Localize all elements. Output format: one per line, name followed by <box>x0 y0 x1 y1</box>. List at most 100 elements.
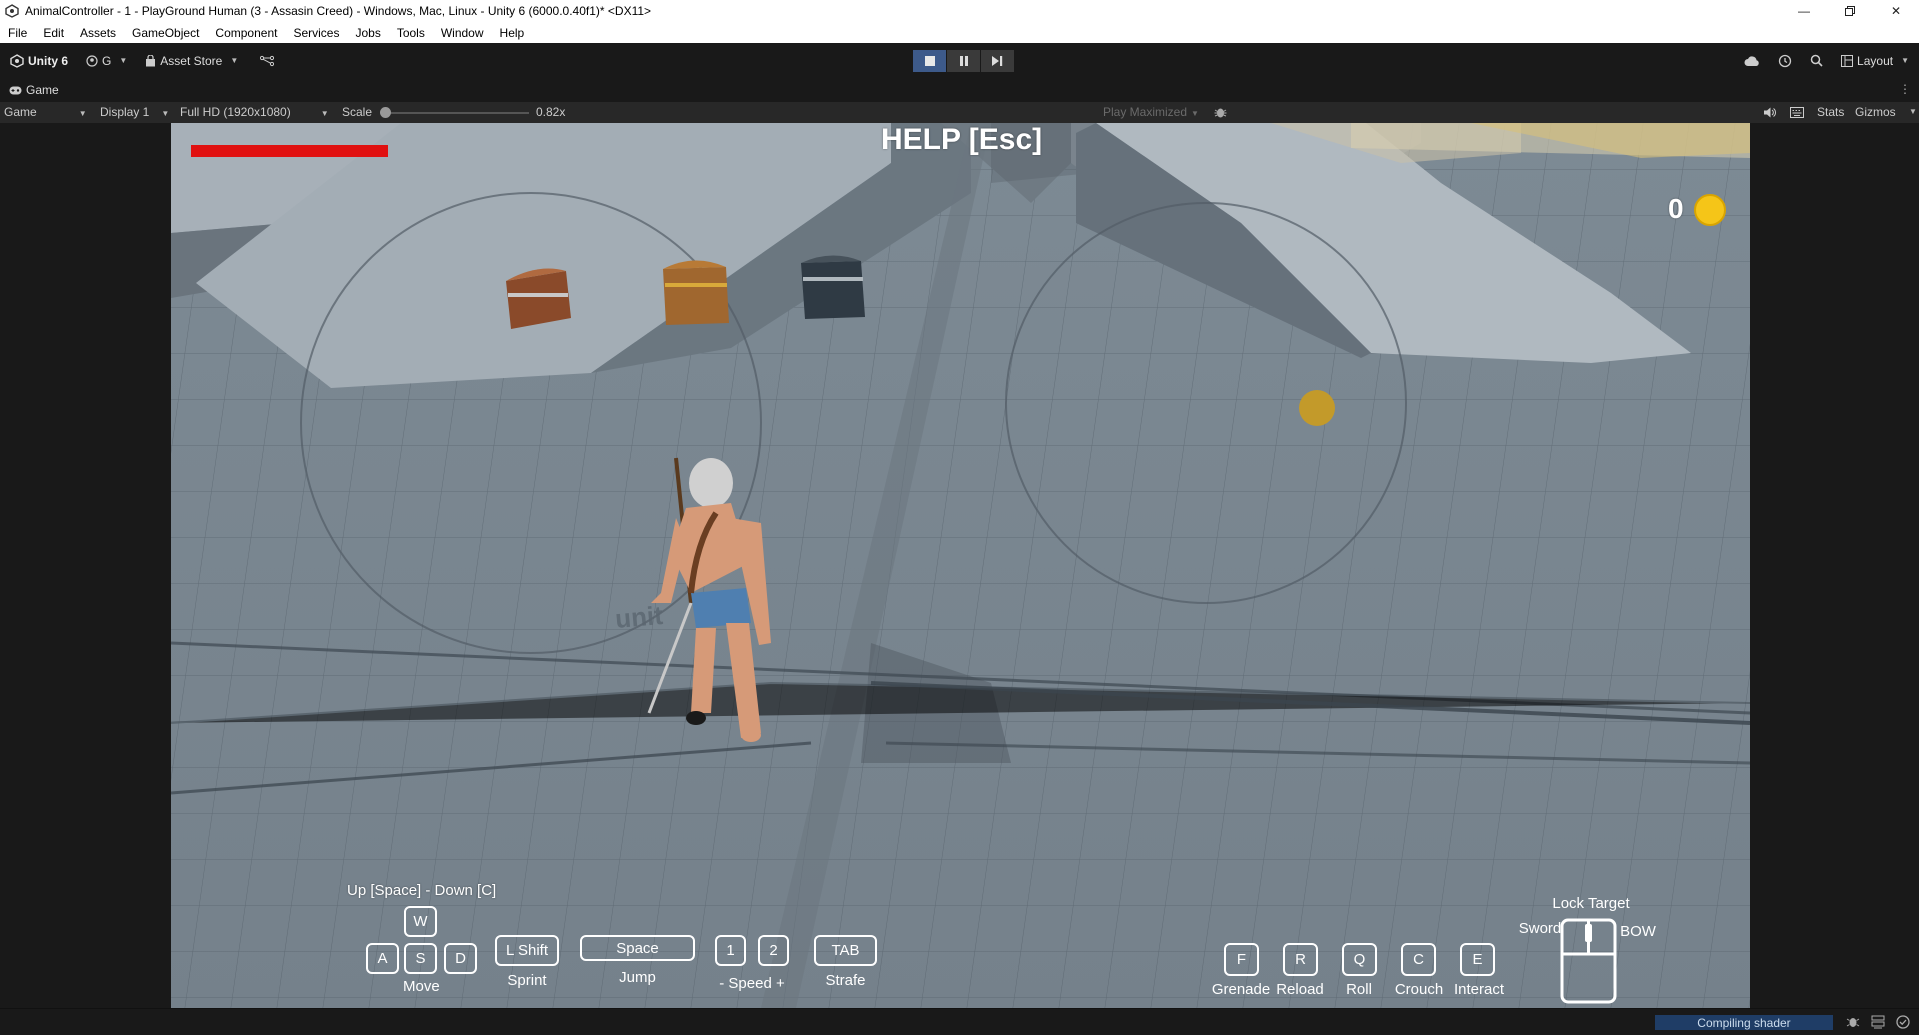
account-dropdown[interactable]: G ▼ <box>86 54 127 68</box>
gamepad-icon <box>9 86 22 94</box>
coin-count: 0 <box>1668 193 1684 224</box>
game-mode-label: Game <box>4 105 37 119</box>
chevron-down-icon: ▼ <box>161 109 170 118</box>
key-w: W <box>404 906 437 937</box>
key-q: Q <box>1342 943 1377 976</box>
asset-store-dropdown[interactable]: Asset Store ▼ <box>145 54 238 68</box>
menu-file[interactable]: File <box>0 26 35 40</box>
gizmos-button[interactable]: Gizmos <box>1855 105 1896 119</box>
chevron-down-icon: ▼ <box>230 56 239 65</box>
floor-coin <box>1299 390 1335 426</box>
resolution-dropdown[interactable]: Full HD (1920x1080) ▼ <box>180 105 329 119</box>
menu-jobs[interactable]: Jobs <box>347 26 388 40</box>
layout-dropdown[interactable]: Layout ▼ <box>1841 54 1909 68</box>
health-bar-track <box>191 145 388 157</box>
chevron-down-icon: ▼ <box>320 109 329 118</box>
roll-label: Roll <box>1346 981 1372 998</box>
close-icon[interactable]: ✕ <box>1873 0 1919 22</box>
step-icon <box>992 56 1003 66</box>
progress-text: Compiling shader <box>1697 1015 1791 1030</box>
account-label: G <box>102 53 112 68</box>
display-dropdown[interactable]: Display 1 ▼ <box>100 105 169 119</box>
display-label: Display 1 <box>100 105 150 119</box>
unity-version-button[interactable]: Unity 6 <box>10 54 68 68</box>
compile-progress: Compiling shader <box>1655 1015 1833 1030</box>
version-control-button[interactable] <box>260 55 275 67</box>
menu-assets[interactable]: Assets <box>72 26 124 40</box>
menu-window[interactable]: Window <box>433 26 492 40</box>
step-button[interactable] <box>981 50 1014 72</box>
menu-edit[interactable]: Edit <box>35 26 72 40</box>
cloud-icon[interactable] <box>1744 55 1760 67</box>
crouch-label: Crouch <box>1394 981 1444 998</box>
unity-logo-icon <box>5 4 19 18</box>
audio-icon[interactable] <box>1763 107 1776 118</box>
unity-logo-icon <box>10 53 24 68</box>
play-mode-label: Play Maximized <box>1103 105 1188 119</box>
stop-button[interactable] <box>913 50 946 72</box>
search-icon[interactable] <box>1810 54 1823 67</box>
game-mode-dropdown[interactable]: Game ▼ <box>4 105 87 119</box>
key-r: R <box>1283 943 1318 976</box>
scale-label: Scale <box>342 105 373 119</box>
toolbar-right: Layout ▼ <box>1744 43 1909 78</box>
chevron-down-icon: ▼ <box>1901 56 1909 65</box>
game-toolbar: Game ▼ Display 1 ▼ Full HD (1920x1080) ▼ Sc… <box>0 102 1919 123</box>
check-circle-icon[interactable] <box>1896 1015 1910 1029</box>
jump-label: Jump <box>619 969 656 986</box>
title-bar: AnimalController - 1 - PlayGround Human … <box>0 0 1919 22</box>
move-label: Move <box>403 978 440 995</box>
resolution-label: Full HD (1920x1080) <box>180 105 291 119</box>
cache-server-icon[interactable] <box>1871 1015 1885 1029</box>
tab-row: Game ⋮ <box>0 78 1919 102</box>
scale-value: 0.82x <box>536 105 566 119</box>
bug-icon[interactable] <box>1214 106 1227 119</box>
asset-store-label: Asset Store <box>160 53 223 68</box>
menu-component[interactable]: Component <box>207 26 285 40</box>
sprint-label: Sprint <box>507 972 547 989</box>
tab-game[interactable]: Game <box>9 83 59 97</box>
key-1: 1 <box>715 935 746 966</box>
scale-slider-track[interactable] <box>384 112 529 114</box>
pause-button[interactable] <box>947 50 980 72</box>
key-a: A <box>366 943 399 974</box>
game-scene[interactable]: unit HELP [Esc] 0 Up [Space] - Down [C] … <box>171 123 1750 1008</box>
history-icon[interactable] <box>1778 54 1792 68</box>
key-d: D <box>444 943 477 974</box>
vertical-hint: Up [Space] - Down [C] <box>347 882 497 899</box>
key-2: 2 <box>758 935 789 966</box>
key-e: E <box>1460 943 1495 976</box>
bow-label: BOW <box>1620 923 1656 940</box>
key-space: Space <box>580 935 695 961</box>
interact-label: Interact <box>1453 981 1505 998</box>
stop-icon <box>924 56 935 66</box>
scale-slider-handle[interactable] <box>380 107 391 118</box>
coin-icon <box>1694 194 1726 226</box>
more-options-icon[interactable]: ⋮ <box>1899 82 1911 96</box>
help-label[interactable]: HELP [Esc] <box>881 123 1042 157</box>
speed-label: - Speed + <box>719 975 785 992</box>
minimize-icon[interactable]: — <box>1781 0 1827 22</box>
play-controls <box>913 50 1014 72</box>
game-view: unit HELP [Esc] 0 Up [Space] - Down [C] … <box>0 123 1919 1008</box>
menu-bar: File Edit Assets GameObject Component Se… <box>0 22 1919 43</box>
bug-icon[interactable] <box>1846 1015 1860 1029</box>
restore-icon[interactable] <box>1827 0 1873 22</box>
chest-gold-2 <box>663 260 729 325</box>
stats-button[interactable]: Stats <box>1817 105 1844 119</box>
strafe-label: Strafe <box>825 972 866 989</box>
branch-icon <box>260 55 275 66</box>
lock-target-label: Lock Target <box>1552 895 1630 912</box>
play-maximized-dropdown[interactable]: Play Maximized ▼ <box>1103 105 1199 119</box>
chevron-down-icon[interactable]: ▼ <box>1909 107 1917 116</box>
menu-services[interactable]: Services <box>285 26 347 40</box>
svg-text:unit: unit <box>614 600 664 634</box>
chevron-down-icon: ▼ <box>1191 109 1199 118</box>
key-tab: TAB <box>814 935 877 966</box>
chevron-down-icon: ▼ <box>78 109 87 118</box>
keyboard-icon[interactable] <box>1790 107 1804 118</box>
menu-tools[interactable]: Tools <box>389 26 433 40</box>
menu-gameobject[interactable]: GameObject <box>124 26 207 40</box>
mouse-icon <box>1560 918 1617 1004</box>
menu-help[interactable]: Help <box>492 26 533 40</box>
